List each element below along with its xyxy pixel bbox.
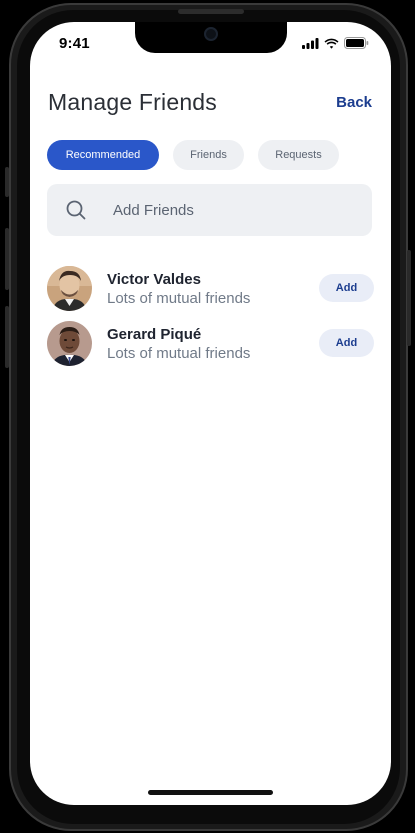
search-icon [66, 200, 86, 220]
earpiece-speaker [178, 9, 244, 14]
notch [135, 22, 287, 53]
power-button [407, 250, 411, 346]
tab-friends[interactable]: Friends [173, 140, 244, 170]
battery-icon [344, 37, 369, 49]
app-screen: 9:41 Manage Friends Back Recommended Fri… [30, 22, 391, 805]
phone-device: 9:41 Manage Friends Back Recommended Fri… [0, 0, 415, 833]
front-camera [204, 27, 218, 41]
volume-down-button [5, 306, 9, 368]
friend-subtitle: Lots of mutual friends [107, 345, 251, 362]
friend-subtitle: Lots of mutual friends [107, 290, 251, 307]
friend-list-item: Victor Valdes Lots of mutual friends Add [47, 266, 374, 312]
tab-recommended[interactable]: Recommended [47, 140, 159, 170]
page-title: Manage Friends [48, 89, 217, 115]
cellular-signal-icon [302, 37, 319, 49]
status-time: 9:41 [59, 35, 90, 52]
home-indicator[interactable] [148, 790, 273, 795]
avatar [47, 266, 92, 311]
friend-list-item: Gerard Piqué Lots of mutual friends Add [47, 321, 374, 367]
friend-name: Gerard Piqué [107, 326, 202, 343]
tab-requests[interactable]: Requests [258, 140, 339, 170]
back-button[interactable]: Back [336, 94, 372, 111]
add-friends-search-input[interactable] [111, 184, 351, 236]
wifi-icon [324, 38, 339, 49]
mute-switch [5, 167, 9, 197]
avatar [47, 321, 92, 366]
search-bar [47, 184, 372, 236]
volume-up-button [5, 228, 9, 290]
filter-tabs: Recommended Friends Requests [47, 140, 339, 170]
add-friend-button[interactable]: Add [319, 329, 374, 357]
add-friend-button[interactable]: Add [319, 274, 374, 302]
status-icons [302, 37, 369, 49]
friend-name: Victor Valdes [107, 271, 201, 288]
